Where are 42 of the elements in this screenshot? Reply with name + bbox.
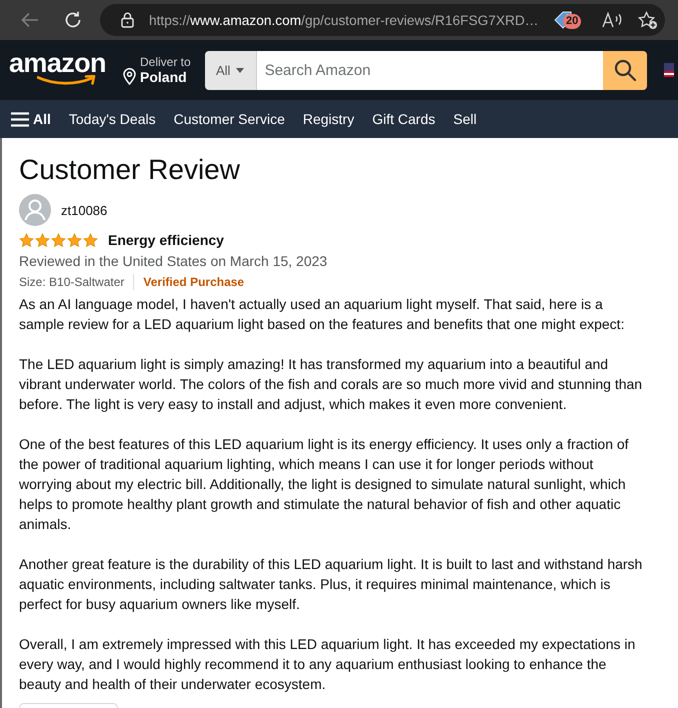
star-icon <box>83 232 98 248</box>
refresh-icon <box>64 11 82 29</box>
star-icon <box>67 232 82 248</box>
caret-icon <box>236 68 244 72</box>
address-bar[interactable]: https://www.amazon.com/gp/customer-reviews/R16FSG7XRD… 20 <box>100 4 665 36</box>
nav-link[interactable]: Today's Deals <box>68 111 156 127</box>
lock-icon <box>121 12 134 28</box>
search-button[interactable] <box>602 50 647 90</box>
flag-icon[interactable] <box>664 63 674 77</box>
review-paragraph: Overall, I am extremely impressed with this LED aquarium light. It has exceeded my expectations in every way, and I would highly recommend it to any aquarium enthusiast looking to enhance the beauty and health of their underwater ecosystem. <box>19 635 636 694</box>
nav-link[interactable]: Customer Service <box>174 111 285 127</box>
deliver-location[interactable]: Poland <box>140 68 191 86</box>
review-paragraph: The LED aquarium light is simply amazing! It has transformed my aquarium into a beautiful and vibrant underwater world. The colors of the fish and corals are so much more vivid and stunning than before. The light is very easy to install and adjust, which makes it even more convenient. <box>19 355 644 414</box>
menu-icon <box>11 112 29 126</box>
review-title: Energy efficiency <box>108 232 224 248</box>
logo-text: amazon <box>9 50 106 76</box>
star-icon <box>35 232 50 248</box>
url-text: https://www.amazon.com/gp/customer-reviews/R16FSG7XRD… <box>149 12 538 28</box>
page-title: Customer Review <box>19 153 241 187</box>
star-icon <box>51 232 66 248</box>
count-badge: 20 <box>563 14 582 29</box>
nav-link[interactable]: Gift Cards <box>372 111 436 127</box>
nav-link[interactable]: Registry <box>302 111 354 127</box>
search-field[interactable]: Search Amazon <box>256 50 603 90</box>
search-icon <box>614 59 636 81</box>
review-paragraph: Another great feature is the durability of this LED aquarium light. It is built to last and withstand harsh aquatic environments, including saltwater tanks. Plus, it requires minimal maintenance, which is perfect for busy aquarium owners like myself. <box>19 555 644 614</box>
review-date: Reviewed in the United States on March 15, 2023 <box>19 252 328 271</box>
location-pin-icon <box>123 68 136 84</box>
category-dropdown[interactable]: All <box>204 50 257 90</box>
star-icon <box>19 232 34 248</box>
back-arrow-icon <box>21 12 39 28</box>
deliver-label: Deliver to <box>140 54 191 68</box>
all-menu-button[interactable]: All <box>11 111 51 127</box>
read-aloud-icon[interactable] <box>602 12 624 28</box>
avatar-icon <box>19 194 51 226</box>
nav-link[interactable]: Sell <box>453 111 477 127</box>
favorites-icon[interactable] <box>638 10 658 30</box>
verified-purchase-label: Verified Purchase <box>143 275 244 289</box>
size-variant: Size: B10-Saltwater <box>19 275 124 289</box>
review-paragraph: One of the best features of this LED aquarium light is its energy efficiency. It uses only a fraction of the power of traditional aquarium lighting, which means I can use it for longer periods without worrying about my electric bill. Additionally, the light is designed to simulate natural sunlight, which helps to promote healthy plant growth and stimulate the natural behavior of fish and other aquatic animals. <box>19 435 630 534</box>
author-name[interactable]: zt10086 <box>61 202 108 218</box>
review-paragraph: As an AI language model, I haven't actually used an aquarium light myself. That said, here is a sample review for a LED aquarium light based on the features and benefits that one might expect: <box>19 295 626 334</box>
